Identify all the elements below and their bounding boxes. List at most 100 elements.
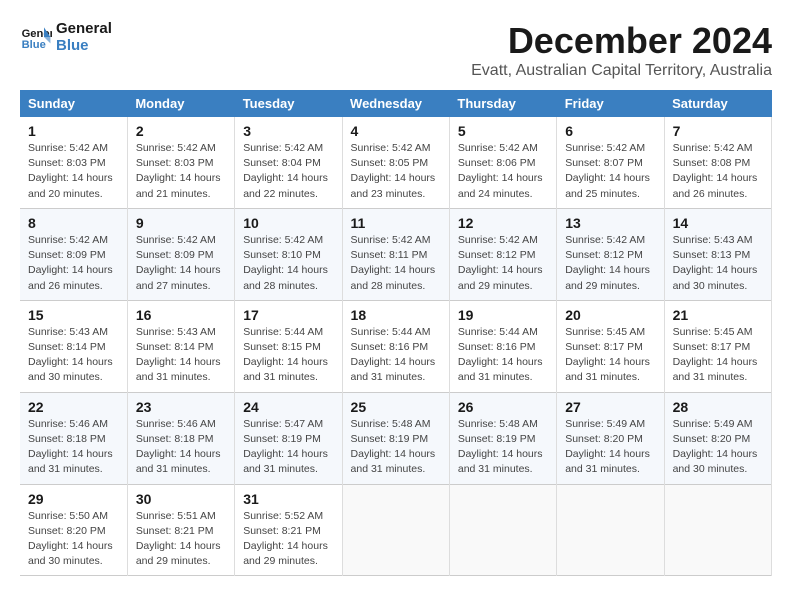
calendar-cell: 13 Sunrise: 5:42 AM Sunset: 8:12 PM Dayl…: [557, 208, 664, 300]
logo-icon: General Blue: [20, 21, 52, 53]
day-number: 11: [351, 215, 441, 231]
day-info: Sunrise: 5:42 AM Sunset: 8:12 PM Dayligh…: [565, 233, 655, 294]
calendar-cell: 12 Sunrise: 5:42 AM Sunset: 8:12 PM Dayl…: [449, 208, 556, 300]
column-header-saturday: Saturday: [664, 90, 771, 117]
day-info: Sunrise: 5:44 AM Sunset: 8:15 PM Dayligh…: [243, 325, 333, 386]
column-header-sunday: Sunday: [20, 90, 127, 117]
calendar-cell: [664, 484, 771, 576]
calendar-cell: 14 Sunrise: 5:43 AM Sunset: 8:13 PM Dayl…: [664, 208, 771, 300]
day-info: Sunrise: 5:42 AM Sunset: 8:03 PM Dayligh…: [136, 141, 226, 202]
column-header-friday: Friday: [557, 90, 664, 117]
day-number: 31: [243, 491, 333, 507]
day-number: 13: [565, 215, 655, 231]
calendar-cell: 3 Sunrise: 5:42 AM Sunset: 8:04 PM Dayli…: [235, 117, 342, 208]
week-row-3: 15 Sunrise: 5:43 AM Sunset: 8:14 PM Dayl…: [20, 300, 772, 392]
calendar-cell: 27 Sunrise: 5:49 AM Sunset: 8:20 PM Dayl…: [557, 392, 664, 484]
day-info: Sunrise: 5:42 AM Sunset: 8:08 PM Dayligh…: [673, 141, 763, 202]
week-row-5: 29 Sunrise: 5:50 AM Sunset: 8:20 PM Dayl…: [20, 484, 772, 576]
day-number: 2: [136, 123, 226, 139]
day-number: 22: [28, 399, 119, 415]
calendar-cell: 17 Sunrise: 5:44 AM Sunset: 8:15 PM Dayl…: [235, 300, 342, 392]
column-header-monday: Monday: [127, 90, 234, 117]
location-title: Evatt, Australian Capital Territory, Aus…: [471, 62, 772, 80]
calendar-cell: 23 Sunrise: 5:46 AM Sunset: 8:18 PM Dayl…: [127, 392, 234, 484]
calendar-cell: 7 Sunrise: 5:42 AM Sunset: 8:08 PM Dayli…: [664, 117, 771, 208]
day-number: 20: [565, 307, 655, 323]
day-number: 16: [136, 307, 226, 323]
calendar-table: SundayMondayTuesdayWednesdayThursdayFrid…: [20, 90, 772, 576]
calendar-cell: 1 Sunrise: 5:42 AM Sunset: 8:03 PM Dayli…: [20, 117, 127, 208]
logo: General Blue General Blue: [20, 20, 112, 54]
calendar-cell: 31 Sunrise: 5:52 AM Sunset: 8:21 PM Dayl…: [235, 484, 342, 576]
calendar-cell: 20 Sunrise: 5:45 AM Sunset: 8:17 PM Dayl…: [557, 300, 664, 392]
column-header-thursday: Thursday: [449, 90, 556, 117]
day-number: 17: [243, 307, 333, 323]
day-number: 26: [458, 399, 548, 415]
calendar-cell: 4 Sunrise: 5:42 AM Sunset: 8:05 PM Dayli…: [342, 117, 449, 208]
day-number: 1: [28, 123, 119, 139]
week-row-4: 22 Sunrise: 5:46 AM Sunset: 8:18 PM Dayl…: [20, 392, 772, 484]
day-number: 19: [458, 307, 548, 323]
day-number: 7: [673, 123, 763, 139]
day-info: Sunrise: 5:50 AM Sunset: 8:20 PM Dayligh…: [28, 509, 119, 570]
calendar-cell: 24 Sunrise: 5:47 AM Sunset: 8:19 PM Dayl…: [235, 392, 342, 484]
column-header-wednesday: Wednesday: [342, 90, 449, 117]
day-info: Sunrise: 5:42 AM Sunset: 8:11 PM Dayligh…: [351, 233, 441, 294]
calendar-cell: 2 Sunrise: 5:42 AM Sunset: 8:03 PM Dayli…: [127, 117, 234, 208]
day-info: Sunrise: 5:42 AM Sunset: 8:07 PM Dayligh…: [565, 141, 655, 202]
day-info: Sunrise: 5:49 AM Sunset: 8:20 PM Dayligh…: [673, 417, 763, 478]
day-number: 28: [673, 399, 763, 415]
day-info: Sunrise: 5:43 AM Sunset: 8:13 PM Dayligh…: [673, 233, 763, 294]
calendar-cell: 22 Sunrise: 5:46 AM Sunset: 8:18 PM Dayl…: [20, 392, 127, 484]
calendar-cell: 11 Sunrise: 5:42 AM Sunset: 8:11 PM Dayl…: [342, 208, 449, 300]
day-number: 21: [673, 307, 763, 323]
calendar-cell: 18 Sunrise: 5:44 AM Sunset: 8:16 PM Dayl…: [342, 300, 449, 392]
day-info: Sunrise: 5:42 AM Sunset: 8:10 PM Dayligh…: [243, 233, 333, 294]
calendar-header: SundayMondayTuesdayWednesdayThursdayFrid…: [20, 90, 772, 117]
day-number: 9: [136, 215, 226, 231]
logo-line1: General: [56, 20, 112, 37]
calendar-cell: 10 Sunrise: 5:42 AM Sunset: 8:10 PM Dayl…: [235, 208, 342, 300]
day-info: Sunrise: 5:45 AM Sunset: 8:17 PM Dayligh…: [673, 325, 763, 386]
day-number: 8: [28, 215, 119, 231]
day-number: 24: [243, 399, 333, 415]
calendar-cell: 26 Sunrise: 5:48 AM Sunset: 8:19 PM Dayl…: [449, 392, 556, 484]
day-info: Sunrise: 5:46 AM Sunset: 8:18 PM Dayligh…: [136, 417, 226, 478]
calendar-cell: 19 Sunrise: 5:44 AM Sunset: 8:16 PM Dayl…: [449, 300, 556, 392]
day-info: Sunrise: 5:42 AM Sunset: 8:09 PM Dayligh…: [136, 233, 226, 294]
week-row-1: 1 Sunrise: 5:42 AM Sunset: 8:03 PM Dayli…: [20, 117, 772, 208]
day-number: 12: [458, 215, 548, 231]
title-area: December 2024 Evatt, Australian Capital …: [471, 20, 772, 80]
day-info: Sunrise: 5:44 AM Sunset: 8:16 PM Dayligh…: [351, 325, 441, 386]
day-info: Sunrise: 5:42 AM Sunset: 8:09 PM Dayligh…: [28, 233, 119, 294]
calendar-cell: 6 Sunrise: 5:42 AM Sunset: 8:07 PM Dayli…: [557, 117, 664, 208]
calendar-cell: 16 Sunrise: 5:43 AM Sunset: 8:14 PM Dayl…: [127, 300, 234, 392]
day-info: Sunrise: 5:48 AM Sunset: 8:19 PM Dayligh…: [458, 417, 548, 478]
calendar-cell: 21 Sunrise: 5:45 AM Sunset: 8:17 PM Dayl…: [664, 300, 771, 392]
day-number: 14: [673, 215, 763, 231]
calendar-cell: [342, 484, 449, 576]
page-header: General Blue General Blue December 2024 …: [20, 20, 772, 80]
day-info: Sunrise: 5:48 AM Sunset: 8:19 PM Dayligh…: [351, 417, 441, 478]
week-row-2: 8 Sunrise: 5:42 AM Sunset: 8:09 PM Dayli…: [20, 208, 772, 300]
svg-text:Blue: Blue: [22, 39, 46, 51]
column-header-tuesday: Tuesday: [235, 90, 342, 117]
day-number: 10: [243, 215, 333, 231]
day-info: Sunrise: 5:52 AM Sunset: 8:21 PM Dayligh…: [243, 509, 333, 570]
calendar-cell: [557, 484, 664, 576]
day-info: Sunrise: 5:42 AM Sunset: 8:06 PM Dayligh…: [458, 141, 548, 202]
day-number: 4: [351, 123, 441, 139]
logo-line2: Blue: [56, 37, 112, 54]
day-number: 30: [136, 491, 226, 507]
calendar-cell: 25 Sunrise: 5:48 AM Sunset: 8:19 PM Dayl…: [342, 392, 449, 484]
calendar-cell: 28 Sunrise: 5:49 AM Sunset: 8:20 PM Dayl…: [664, 392, 771, 484]
day-number: 23: [136, 399, 226, 415]
day-info: Sunrise: 5:42 AM Sunset: 8:12 PM Dayligh…: [458, 233, 548, 294]
day-number: 18: [351, 307, 441, 323]
calendar-body: 1 Sunrise: 5:42 AM Sunset: 8:03 PM Dayli…: [20, 117, 772, 576]
day-number: 29: [28, 491, 119, 507]
day-info: Sunrise: 5:51 AM Sunset: 8:21 PM Dayligh…: [136, 509, 226, 570]
calendar-cell: 9 Sunrise: 5:42 AM Sunset: 8:09 PM Dayli…: [127, 208, 234, 300]
day-info: Sunrise: 5:42 AM Sunset: 8:04 PM Dayligh…: [243, 141, 333, 202]
day-number: 3: [243, 123, 333, 139]
